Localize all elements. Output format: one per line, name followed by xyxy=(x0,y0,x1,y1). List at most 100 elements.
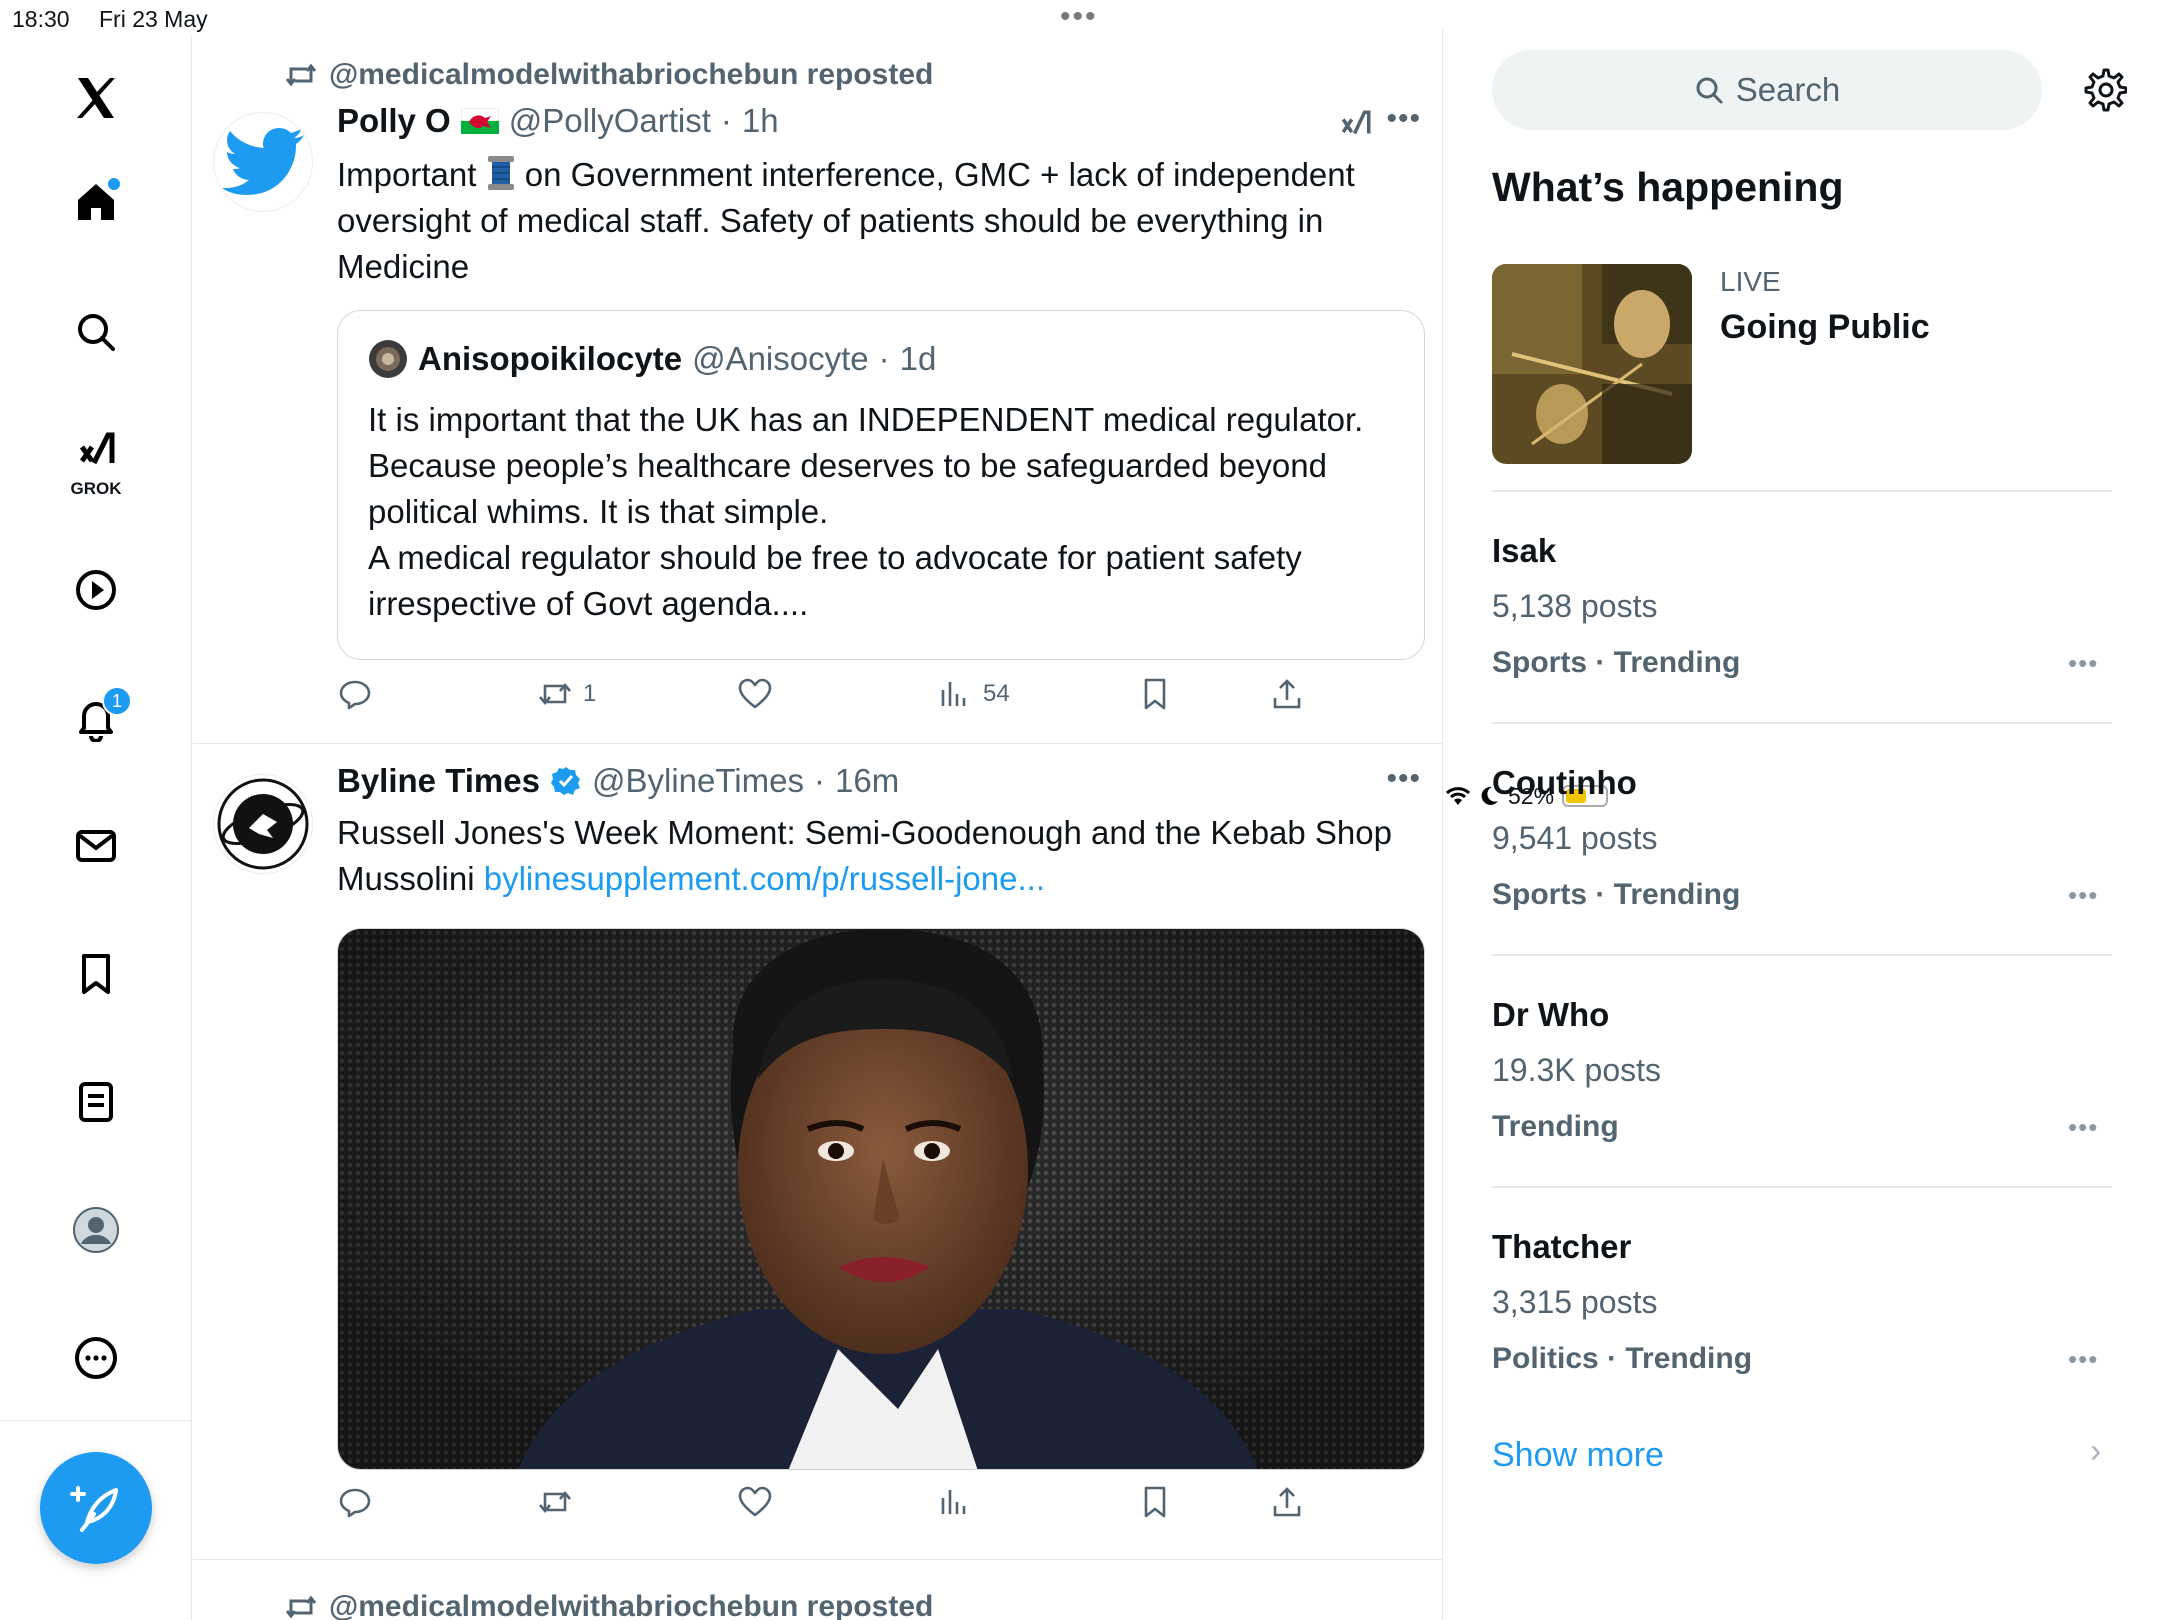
wales-flag-icon xyxy=(460,108,499,134)
author-name[interactable]: Byline Times xyxy=(337,762,540,800)
reply-button[interactable] xyxy=(337,676,373,712)
search-placeholder: Search xyxy=(1735,71,1841,108)
heart-icon xyxy=(738,1486,772,1517)
twitter-bird-avatar-icon xyxy=(222,128,304,195)
tweet-link[interactable]: bylinesupplement.com/p/russell-jone... xyxy=(484,860,1045,897)
bookmark-icon xyxy=(1144,678,1166,710)
trend-category: Sports · Trending xyxy=(1492,878,1741,911)
trend-more-icon[interactable]: ••• xyxy=(2068,1344,2098,1375)
grok-explain-icon[interactable] xyxy=(1339,108,1373,142)
tweet-text: Important on Government interference, GM… xyxy=(337,152,1407,290)
trend-category: Trending xyxy=(1492,1110,1619,1143)
tweet-partial[interactable]: @medicalmodelwithabriochebun reposted xyxy=(193,1560,1442,1620)
tweet-text-part-1: Important xyxy=(337,156,486,193)
tweet-actions: 1 54 xyxy=(337,676,1377,716)
separator-dot: · xyxy=(813,762,825,799)
author-handle[interactable]: @BylineTimes xyxy=(592,762,804,800)
reply-button[interactable] xyxy=(337,1484,373,1520)
trend-name: Thatcher xyxy=(1492,1228,1632,1265)
timeline-feed: @medicalmodelwithabriochebun reposted Po… xyxy=(193,28,1443,1620)
avatar-polly-o[interactable] xyxy=(213,112,313,212)
x-logo-icon[interactable] xyxy=(64,66,128,130)
like-button[interactable] xyxy=(737,676,773,712)
tweet-header: Polly O @PollyOartist · 1h xyxy=(337,102,779,140)
trend-more-icon[interactable]: ••• xyxy=(2068,1112,2098,1143)
views-chart-icon xyxy=(941,682,966,706)
portrait-photo xyxy=(338,929,1424,1469)
search-icon xyxy=(1696,77,1723,104)
post-time[interactable]: 1h xyxy=(742,102,779,140)
notifications-badge: 1 xyxy=(102,686,132,716)
trend-more-icon[interactable]: ••• xyxy=(2068,880,2098,911)
author-name[interactable]: Polly O xyxy=(337,102,451,140)
share-icon xyxy=(1273,1487,1301,1517)
share-button[interactable] xyxy=(1269,1484,1305,1520)
trend-category: Politics · Trending xyxy=(1492,1342,1753,1375)
bookmark-button[interactable] xyxy=(1137,1484,1173,1520)
reply-icon xyxy=(339,1488,371,1518)
views-button[interactable] xyxy=(937,1484,973,1520)
separator-dot: · xyxy=(720,102,732,139)
trend-more-icon[interactable]: ••• xyxy=(2068,648,2098,679)
tweet-media-image[interactable] xyxy=(337,928,1425,1470)
trend-posts: 19.3K posts xyxy=(1492,1052,1661,1088)
bookmark-button[interactable] xyxy=(1137,676,1173,712)
quoted-tweet[interactable]: Anisopoikilocyte @Anisocyte · 1d It is i… xyxy=(337,310,1425,660)
profile-avatar-icon[interactable] xyxy=(64,1198,128,1262)
views-button[interactable]: 54 xyxy=(937,676,1010,712)
settings-button[interactable] xyxy=(2074,60,2134,120)
notifications-bell-icon[interactable]: 1 xyxy=(64,686,132,750)
gear-icon xyxy=(2084,68,2127,112)
like-button[interactable] xyxy=(737,1484,773,1520)
divider xyxy=(1492,722,2112,724)
trend-name: Isak xyxy=(1492,532,1557,569)
more-options-icon[interactable] xyxy=(64,1326,128,1390)
tweet-more-icon[interactable]: ••• xyxy=(1386,762,1421,796)
repost-count: 1 xyxy=(583,680,597,707)
tweet-header: Byline Times @BylineTimes · 16m xyxy=(337,762,899,800)
trend-posts: 9,541 posts xyxy=(1492,820,1658,856)
byline-times-logo-icon xyxy=(217,778,309,870)
share-button[interactable] xyxy=(1269,676,1305,712)
repost-icon xyxy=(285,63,317,87)
bookmarks-icon[interactable] xyxy=(64,942,128,1006)
repost-text: @medicalmodelwithabriochebun reposted xyxy=(329,58,934,91)
video-play-icon[interactable] xyxy=(64,558,128,622)
trend-posts: 5,138 posts xyxy=(1492,588,1658,624)
messages-envelope-icon[interactable] xyxy=(64,814,128,878)
explore-search-icon[interactable] xyxy=(64,300,128,364)
quote-avatar-icon xyxy=(369,340,407,378)
divider xyxy=(1492,1186,2112,1188)
tweet-text: Russell Jones's Week Moment: Semi-Gooden… xyxy=(337,810,1407,902)
divider xyxy=(1492,490,2112,492)
avatar-byline-times[interactable] xyxy=(213,774,313,874)
chevron-right-icon[interactable]: › xyxy=(2090,1432,2101,1471)
reply-icon xyxy=(339,680,371,710)
post-time[interactable]: 16m xyxy=(835,762,899,800)
author-handle[interactable]: @PollyOartist xyxy=(509,102,711,140)
search-input[interactable]: Search xyxy=(1492,50,2042,130)
repost-text: @medicalmodelwithabriochebun reposted xyxy=(329,1590,934,1620)
repost-icon xyxy=(539,682,571,706)
quoted-tweet-header: Anisopoikilocyte @Anisocyte · 1d xyxy=(368,339,936,379)
quote-text: It is important that the UK has an INDEP… xyxy=(368,401,1364,622)
live-label: LIVE xyxy=(1720,266,1781,297)
separator-dot: · xyxy=(878,340,890,377)
live-title: Going Public xyxy=(1720,308,1930,346)
lists-icon[interactable] xyxy=(64,1070,128,1134)
repost-button[interactable]: 1 xyxy=(537,676,596,712)
show-more-link[interactable]: Show more xyxy=(1492,1436,1664,1475)
compose-feather-icon xyxy=(70,1486,118,1532)
share-icon xyxy=(1273,679,1301,709)
home-icon[interactable] xyxy=(64,170,128,234)
repost-button[interactable] xyxy=(537,1484,573,1520)
compose-post-button[interactable] xyxy=(40,1452,152,1564)
grok-icon[interactable] xyxy=(64,421,128,485)
grok-label: GROK xyxy=(70,479,122,498)
tweet-polly-o[interactable]: @medicalmodelwithabriochebun reposted Po… xyxy=(193,28,1442,744)
live-event-thumbnail xyxy=(1492,264,1692,464)
status-date: Fri 23 May xyxy=(99,6,208,32)
tweet-more-icon[interactable]: ••• xyxy=(1386,102,1421,136)
tweet-byline-times[interactable]: Byline Times @BylineTimes · 16m ••• Russ… xyxy=(193,744,1442,1560)
repost-indicator: @medicalmodelwithabriochebun reposted xyxy=(285,1590,933,1620)
